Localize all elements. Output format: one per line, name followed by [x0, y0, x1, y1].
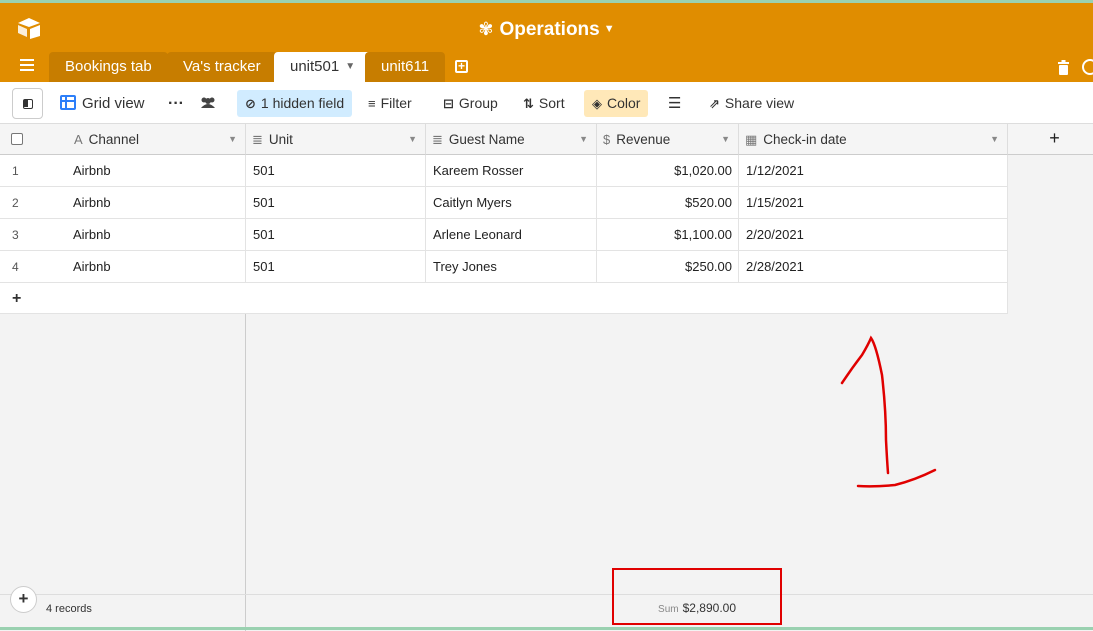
row-number[interactable]: 1 — [0, 155, 73, 187]
app-header: ✾ Operations ▼ Bookings tab Va's tracker u… — [0, 3, 1093, 82]
annotation-arrow — [840, 335, 937, 488]
share-icon: ⇗ — [709, 96, 720, 111]
paint-bucket-icon: ◈ — [592, 96, 602, 111]
hidden-fields-label: 1 hidden field — [260, 95, 345, 111]
grid-view-icon — [60, 95, 76, 110]
column-header-guest-name[interactable]: ≣ Guest Name ▼ — [426, 124, 597, 155]
base-name: Operations — [499, 19, 600, 40]
cell-revenue[interactable]: $250.00 — [597, 251, 739, 283]
column-header-checkin-date[interactable]: ▦ Check-in date ▼ — [739, 124, 1008, 155]
trash-icon[interactable] — [1058, 60, 1069, 75]
cell-revenue[interactable]: $520.00 — [597, 187, 739, 219]
collaborators-icon[interactable] — [199, 90, 217, 117]
add-table-icon[interactable]: + — [455, 60, 468, 73]
long-text-icon: ≣ — [252, 132, 263, 147]
hide-fields-button[interactable]: ⊘ 1 hidden field — [237, 90, 353, 117]
select-all-checkbox[interactable] — [11, 133, 23, 145]
sort-icon: ⇅ — [523, 96, 534, 111]
cell-checkin-date[interactable]: 1/15/2021 — [739, 187, 1008, 219]
tab-bookings[interactable]: Bookings tab — [49, 52, 168, 82]
view-toolbar: Grid view ··· ⊘ 1 hidden field ≡ Filter ⊟ G… — [0, 82, 1093, 124]
chevron-down-icon[interactable]: ▼ — [345, 61, 355, 72]
text-field-icon: A — [74, 132, 83, 147]
cell-channel[interactable]: Airbnb — [66, 155, 246, 187]
cell-channel[interactable]: Airbnb — [66, 251, 246, 283]
cell-unit[interactable]: 501 — [246, 219, 426, 251]
cell-guest-name[interactable]: Trey Jones — [426, 251, 597, 283]
add-field-button[interactable]: + — [1008, 124, 1093, 155]
cell-channel[interactable]: Airbnb — [66, 219, 246, 251]
hamburger-menu-icon[interactable] — [20, 59, 34, 71]
chevron-down-icon[interactable]: ▼ — [990, 124, 999, 154]
cell-revenue[interactable]: $1,020.00 — [597, 155, 739, 187]
color-button[interactable]: ◈ Color — [584, 90, 649, 117]
color-label: Color — [607, 95, 641, 111]
group-button[interactable]: ⊟ Group — [443, 90, 498, 117]
column-label: Revenue — [616, 132, 671, 147]
share-view-button[interactable]: ⇗ Share view — [709, 90, 794, 117]
chevron-down-icon[interactable]: ▼ — [228, 124, 237, 154]
chevron-down-icon[interactable]: ▼ — [408, 124, 417, 154]
cell-unit[interactable]: 501 — [246, 187, 426, 219]
column-header-channel[interactable]: A Channel ▼ — [0, 124, 246, 155]
cell-checkin-date[interactable]: 2/20/2021 — [739, 219, 1008, 251]
row-height-icon[interactable]: ☰ — [668, 90, 681, 117]
cell-guest-name[interactable]: Arlene Leonard — [426, 219, 597, 251]
chevron-down-icon[interactable]: ▼ — [721, 124, 730, 154]
share-label: Share view — [724, 95, 795, 111]
calendar-icon: ▦ — [745, 132, 758, 147]
cell-channel[interactable]: Airbnb — [66, 187, 246, 219]
cell-checkin-date[interactable]: 2/28/2021 — [739, 251, 1008, 283]
sort-label: Sort — [538, 95, 565, 111]
column-label: Check-in date — [763, 132, 847, 147]
tab-vas-tracker[interactable]: Va's tracker — [167, 52, 277, 82]
group-label: Group — [458, 95, 498, 111]
column-header-revenue[interactable]: $ Revenue ▼ — [597, 124, 739, 155]
group-icon: ⊟ — [443, 96, 454, 111]
column-label: Unit — [268, 132, 293, 147]
tab-unit501[interactable]: unit501 ▼ — [274, 52, 372, 82]
eye-slash-icon: ⊘ — [245, 96, 256, 111]
view-name: Grid view — [82, 95, 145, 112]
cell-checkin-date[interactable]: 1/12/2021 — [739, 155, 1008, 187]
filter-icon: ≡ — [368, 96, 376, 111]
filter-label: Filter — [380, 95, 412, 111]
add-record-button[interactable]: + — [0, 283, 246, 314]
cell-revenue[interactable]: $1,100.00 — [597, 219, 739, 251]
column-label: Guest Name — [448, 132, 525, 147]
cell-unit[interactable]: 501 — [246, 155, 426, 187]
toggle-sidebar-button[interactable] — [12, 88, 43, 119]
currency-icon: $ — [603, 132, 611, 147]
column-header-unit[interactable]: ≣ Unit ▼ — [246, 124, 426, 155]
chevron-down-icon: ▼ — [603, 23, 615, 35]
long-text-icon: ≣ — [432, 132, 443, 147]
history-icon[interactable] — [1082, 59, 1093, 75]
filter-button[interactable]: ≡ Filter — [368, 90, 412, 117]
more-options-icon[interactable]: ··· — [168, 90, 184, 117]
add-record-fab[interactable]: + — [10, 586, 37, 613]
cell-guest-name[interactable]: Caitlyn Myers — [426, 187, 597, 219]
sort-button[interactable]: ⇅ Sort — [523, 90, 565, 117]
tab-unit611[interactable]: unit611 — [365, 52, 446, 82]
row-number[interactable]: 2 — [0, 187, 73, 219]
base-title[interactable]: ✾ Operations ▼ — [0, 19, 1093, 41]
annotation-box — [612, 568, 782, 625]
chevron-down-icon[interactable]: ▼ — [579, 124, 588, 154]
base-icon: ✾ — [478, 19, 494, 39]
view-switcher[interactable]: Grid view — [60, 90, 145, 117]
row-number[interactable]: 3 — [0, 219, 73, 251]
tab-label: unit501 — [290, 58, 340, 75]
sidebar-icon — [23, 99, 33, 109]
row-number[interactable]: 4 — [0, 251, 73, 283]
add-record-row[interactable] — [246, 283, 1008, 314]
summary-bar: + 4 records Sum $2,890.00 — [0, 586, 1093, 631]
cell-unit[interactable]: 501 — [246, 251, 426, 283]
column-label: Channel — [88, 132, 139, 147]
cell-guest-name[interactable]: Kareem Rosser — [426, 155, 597, 187]
record-count: 4 records — [46, 603, 92, 615]
